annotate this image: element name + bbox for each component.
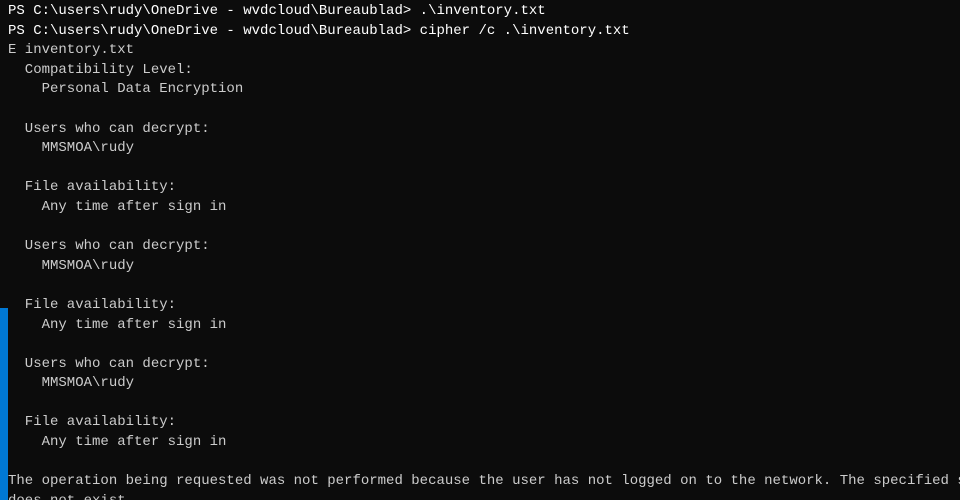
terminal-line: Users who can decrypt: (8, 120, 960, 140)
terminal-line: MMSMOA\rudy (8, 257, 960, 277)
terminal-line: E inventory.txt (8, 41, 960, 61)
terminal-line: MMSMOA\rudy (8, 374, 960, 394)
terminal-line: does not exist. (8, 492, 960, 500)
powershell-terminal[interactable]: PS C:\users\rudy\OneDrive - wvdcloud\Bur… (0, 0, 960, 500)
terminal-line: PS C:\users\rudy\OneDrive - wvdcloud\Bur… (8, 2, 960, 22)
terminal-line (8, 218, 960, 238)
terminal-line: Any time after sign in (8, 316, 960, 336)
terminal-line: Users who can decrypt: (8, 355, 960, 375)
terminal-line: Users who can decrypt: (8, 237, 960, 257)
terminal-line (8, 453, 960, 473)
terminal-line (8, 276, 960, 296)
terminal-line: Any time after sign in (8, 433, 960, 453)
terminal-line: Compatibility Level: (8, 61, 960, 81)
terminal-line: MMSMOA\rudy (8, 139, 960, 159)
window-accent-strip (0, 308, 8, 500)
terminal-line: Any time after sign in (8, 198, 960, 218)
terminal-line (8, 394, 960, 414)
terminal-line: Personal Data Encryption (8, 80, 960, 100)
terminal-line (8, 159, 960, 179)
terminal-line: File availability: (8, 413, 960, 433)
terminal-line (8, 100, 960, 120)
terminal-line (8, 335, 960, 355)
terminal-line: The operation being requested was not pe… (8, 472, 960, 492)
terminal-line: File availability: (8, 296, 960, 316)
terminal-line: PS C:\users\rudy\OneDrive - wvdcloud\Bur… (8, 22, 960, 42)
terminal-line: File availability: (8, 178, 960, 198)
